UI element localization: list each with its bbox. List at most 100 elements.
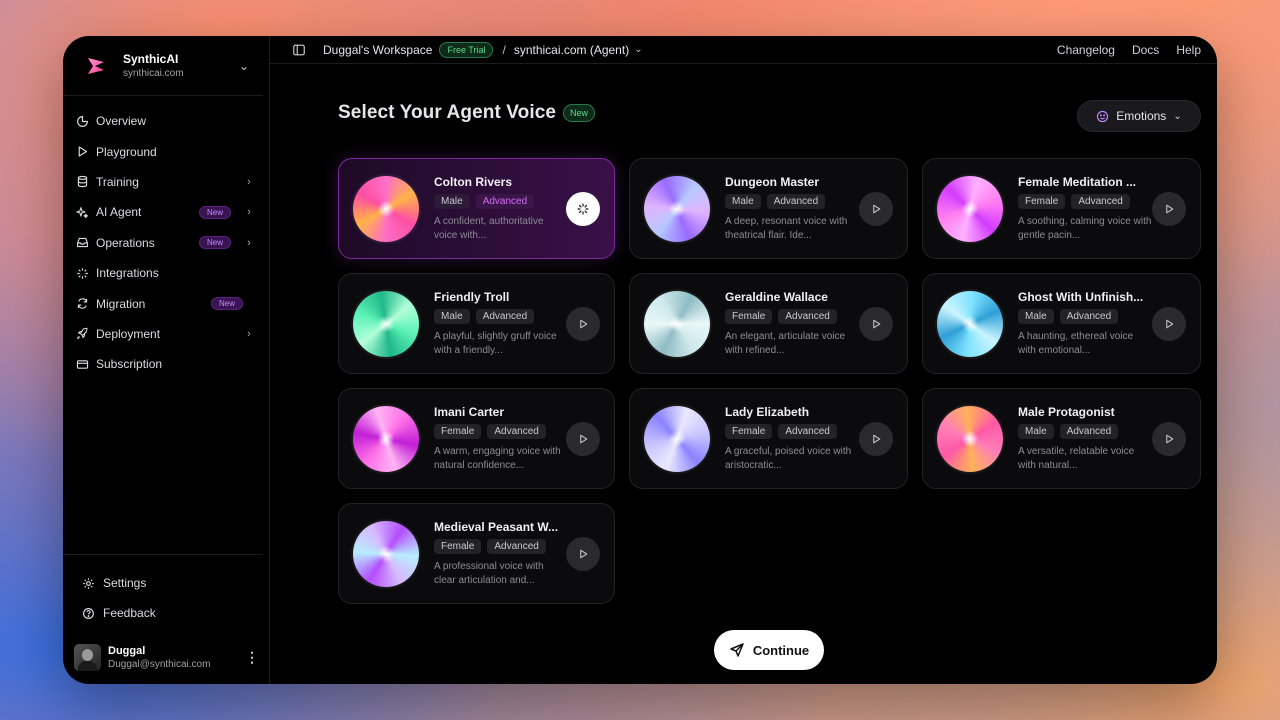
new-badge: New <box>210 297 243 311</box>
sidebar-item-overview[interactable]: Overview <box>63 106 269 136</box>
new-badge: New <box>198 236 231 250</box>
changelog-link[interactable]: Changelog <box>1057 43 1115 57</box>
inbox-icon <box>75 236 89 250</box>
level-tag: Advanced <box>1059 423 1119 439</box>
sidebar: SynthicAI synthicai.com ⌄ Overview Playgr… <box>63 36 270 684</box>
continue-label: Continue <box>752 642 810 658</box>
sidebar-item-label: Training <box>96 174 139 189</box>
sidebar-item-label: Overview <box>96 114 147 129</box>
sidebar-item-migration[interactable]: Migration New <box>63 288 269 318</box>
chevron-right-icon: › <box>247 327 251 340</box>
voice-description: A deep, resonant voice with theatrical f… <box>725 215 848 241</box>
play-icon <box>580 549 588 558</box>
level-tag: Advanced <box>1059 308 1119 324</box>
voice-card[interactable]: Friendly Troll Male Advanced A playful, sli… <box>338 273 615 374</box>
workspace-breadcrumb[interactable]: Duggal's Workspace <box>323 43 432 57</box>
voice-description: A graceful, poised voice with aristocrat… <box>725 445 852 471</box>
sparkle-star-icon <box>75 266 89 280</box>
loading-button[interactable] <box>566 191 600 226</box>
sidebar-item-operations[interactable]: Operations New › <box>63 228 269 258</box>
level-tag: Advanced <box>778 308 837 324</box>
feedback-label: Feedback <box>103 606 156 620</box>
sidebar-item-training[interactable]: Training › <box>63 167 269 197</box>
level-tag: Advanced <box>487 538 546 554</box>
level-tag: Advanced <box>487 423 546 439</box>
workspace-switcher[interactable]: SynthicAI synthicai.com ⌄ <box>63 36 263 96</box>
chevron-down-icon: ⌄ <box>238 58 250 73</box>
chevron-down-icon[interactable]: ⌄ <box>634 44 642 55</box>
play-icon <box>75 145 89 159</box>
sidebar-toggle-icon[interactable] <box>292 43 306 57</box>
free-trial-badge: Free Trial <box>439 41 494 58</box>
voice-description: A professional voice with clear articula… <box>434 560 544 586</box>
play-button[interactable] <box>566 536 600 571</box>
sidebar-item-subscription[interactable]: Subscription <box>63 349 269 379</box>
credit-card-icon <box>75 357 89 371</box>
play-icon <box>873 319 881 328</box>
user-profile[interactable]: Duggal Duggal@synthicai.com ⋮ <box>74 644 259 671</box>
send-icon <box>730 643 744 657</box>
voice-avatar-orb <box>353 520 419 587</box>
play-button[interactable] <box>566 306 600 341</box>
voice-card[interactable]: Male Protagonist Male Advanced A versatile,… <box>922 388 1201 489</box>
voice-description: A haunting, ethereal voice with emotiona… <box>1018 330 1134 356</box>
voice-avatar-orb <box>937 405 1003 472</box>
gender-tag: Female <box>1018 193 1066 209</box>
sidebar-item-label: Migration <box>96 296 146 311</box>
breadcrumb-separator: / <box>502 42 506 57</box>
settings-link[interactable]: Settings <box>63 568 263 598</box>
play-button[interactable] <box>859 421 893 456</box>
page-title: Select Your Agent Voice <box>338 102 557 123</box>
gender-tag: Male <box>434 308 470 324</box>
gender-tag: Male <box>1018 423 1054 439</box>
voice-card[interactable]: Geraldine Wallace Female Advanced An elegan… <box>629 273 908 374</box>
level-tag: Advanced <box>475 308 535 324</box>
main-content: Duggal's Workspace Free Trial / synthica… <box>270 36 1217 684</box>
gender-tag: Male <box>725 193 761 209</box>
sidebar-item-deployment[interactable]: Deployment › <box>63 319 269 349</box>
docs-link[interactable]: Docs <box>1132 43 1159 57</box>
sidebar-item-label: Deployment <box>96 326 161 341</box>
gender-tag: Male <box>1018 308 1054 324</box>
brand-name: SynthicAI <box>123 52 179 66</box>
voice-description: A warm, engaging voice with natural conf… <box>434 445 561 471</box>
continue-button[interactable]: Continue <box>714 630 824 670</box>
play-button[interactable] <box>1152 306 1186 341</box>
play-button[interactable] <box>859 306 893 341</box>
feedback-link[interactable]: Feedback <box>63 598 263 628</box>
sidebar-item-playground[interactable]: Playground <box>63 136 269 166</box>
topbar: Duggal's Workspace Free Trial / synthica… <box>270 36 1217 64</box>
play-button[interactable] <box>1152 191 1186 226</box>
play-icon <box>580 319 588 328</box>
voice-name: Imani Carter <box>434 404 505 419</box>
database-icon <box>75 175 89 189</box>
voice-card[interactable]: Female Meditation ... Female Advanced A soo… <box>922 158 1201 259</box>
voice-description: An elegant, articulate voice with refine… <box>725 330 846 356</box>
voice-card[interactable]: Medieval Peasant W... Female Advanced A pro… <box>338 503 615 604</box>
voice-name: Female Meditation ... <box>1018 174 1137 189</box>
voice-description: A playful, slightly gruff voice with a f… <box>434 330 557 356</box>
voice-card[interactable]: Imani Carter Female Advanced A warm, engagi… <box>338 388 615 489</box>
play-button[interactable] <box>859 191 893 226</box>
more-vertical-icon[interactable]: ⋮ <box>245 649 259 666</box>
play-button[interactable] <box>566 421 600 456</box>
help-link[interactable]: Help <box>1176 43 1201 57</box>
gender-tag: Female <box>725 308 773 324</box>
play-button[interactable] <box>1152 421 1186 456</box>
emotions-dropdown[interactable]: Emotions ⌄ <box>1077 100 1201 132</box>
settings-label: Settings <box>103 576 147 590</box>
voice-card[interactable]: Ghost With Unfinish... Male Advanced A haun… <box>922 273 1201 374</box>
sidebar-item-integrations[interactable]: Integrations <box>63 258 269 288</box>
voice-card[interactable]: Colton Rivers Male Advanced A confident, au… <box>338 158 615 259</box>
voice-avatar-orb <box>937 290 1003 357</box>
voice-avatar-orb <box>644 405 710 472</box>
rocket-icon <box>75 327 89 341</box>
voice-card[interactable]: Lady Elizabeth Female Advanced A graceful, … <box>629 388 908 489</box>
brand-domain: synthicai.com <box>123 68 184 79</box>
sidebar-item-ai-agent[interactable]: AI Agent New › <box>63 197 269 227</box>
voice-card[interactable]: Dungeon Master Male Advanced A deep, resona… <box>629 158 908 259</box>
brand-logo-icon <box>88 57 104 74</box>
smile-icon <box>1097 110 1109 122</box>
project-breadcrumb[interactable]: synthicai.com (Agent) <box>514 43 629 57</box>
sparkles-icon <box>75 205 89 219</box>
